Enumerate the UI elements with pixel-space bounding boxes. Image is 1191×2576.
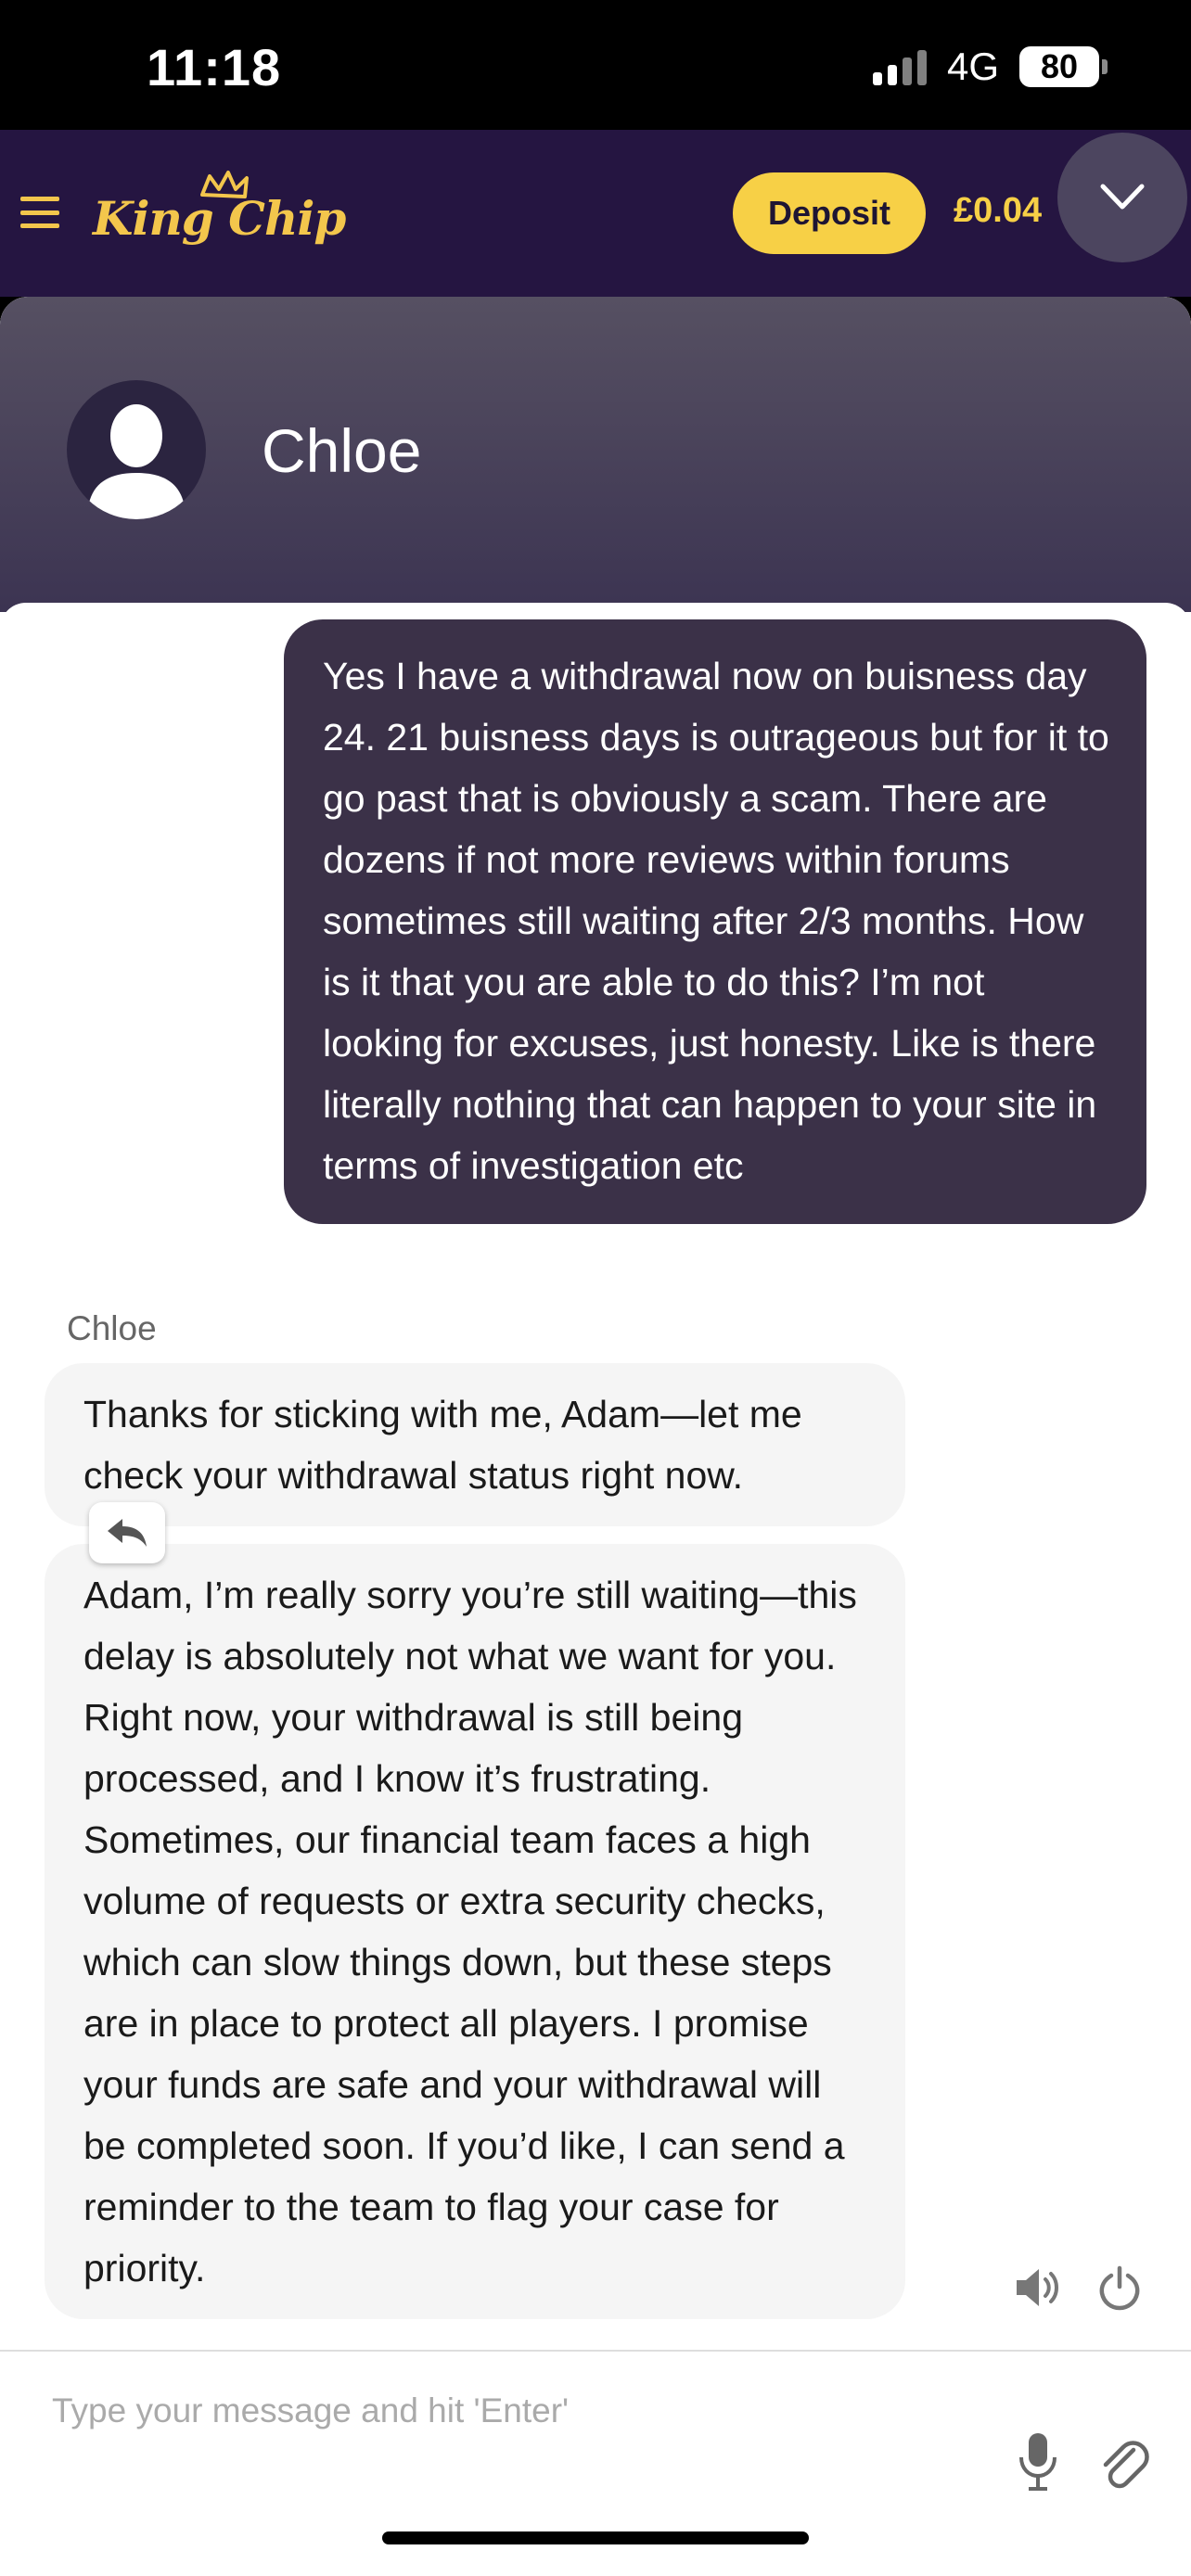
microphone-icon[interactable] xyxy=(1013,2429,1063,2494)
collapse-chat-button[interactable] xyxy=(1057,133,1187,262)
power-icon[interactable] xyxy=(1095,2263,1145,2313)
reply-button[interactable] xyxy=(89,1502,165,1563)
agent-message: Thanks for sticking with me, Adam—let me… xyxy=(45,1363,905,1526)
chat-panel: Chloe Yes I have a withdrawal now on bui… xyxy=(0,297,1191,2576)
kingchip-logo[interactable]: King Chip xyxy=(93,163,346,265)
avatar xyxy=(67,380,206,519)
agent-message: Adam, I’m really sorry you’re still wait… xyxy=(45,1544,905,2319)
person-icon xyxy=(87,404,186,519)
logo-text: King Chip xyxy=(93,191,346,246)
signal-icon xyxy=(872,48,927,85)
user-message: Yes I have a withdrawal now on buisness … xyxy=(284,619,1146,1224)
message-composer xyxy=(0,2350,1191,2548)
network-type: 4G xyxy=(946,45,999,88)
deposit-button[interactable]: Deposit xyxy=(733,172,926,254)
status-bar: 11:18 4G 80 xyxy=(0,0,1191,130)
app-header: King Chip Deposit £0.04 xyxy=(0,130,1191,297)
speaker-icon[interactable] xyxy=(1013,2263,1063,2313)
message-input[interactable] xyxy=(52,2383,961,2439)
home-indicator[interactable] xyxy=(382,2531,809,2544)
reply-icon xyxy=(108,1519,147,1547)
status-indicators: 4G 80 xyxy=(872,45,1108,89)
agent-name: Chloe xyxy=(262,416,422,485)
status-time: 11:18 xyxy=(147,38,282,96)
battery-level: 80 xyxy=(1019,46,1099,87)
chevron-down-icon xyxy=(1100,184,1145,210)
paperclip-icon[interactable] xyxy=(1095,2429,1150,2494)
battery-icon: 80 xyxy=(1019,46,1108,87)
chat-header: Chloe xyxy=(0,297,1191,612)
balance: £0.04 xyxy=(954,191,1043,230)
agent-label: Chloe xyxy=(67,1309,157,1347)
menu-icon[interactable] xyxy=(20,197,59,228)
message-list[interactable]: Yes I have a withdrawal now on buisness … xyxy=(0,603,1191,2569)
chat-controls xyxy=(1013,2263,1145,2313)
